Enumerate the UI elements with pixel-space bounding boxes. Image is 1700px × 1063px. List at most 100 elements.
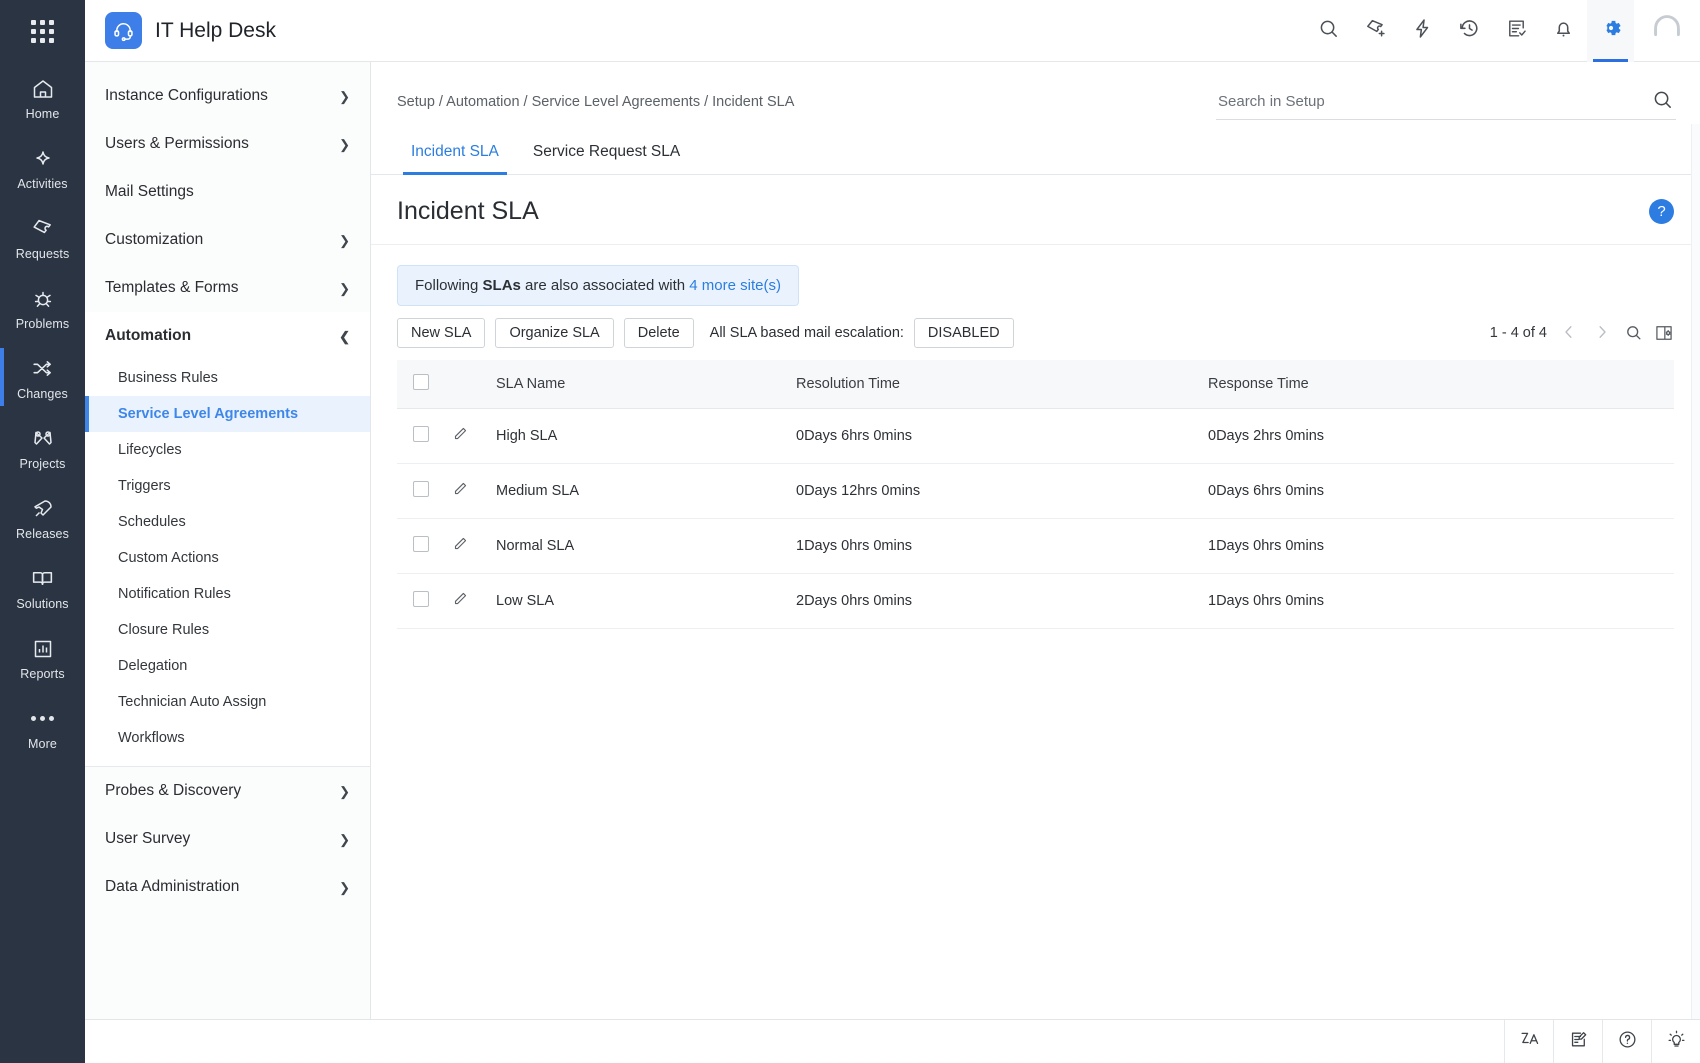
rail-item-more[interactable]: More [0, 692, 85, 762]
search-input[interactable] [1216, 88, 1676, 120]
pagination-prev-button[interactable] [1558, 323, 1580, 343]
row-select-cell [397, 519, 451, 574]
sidebar-item-technician-auto-assign[interactable]: Technician Auto Assign [85, 684, 370, 720]
tab-bar: Incident SLA Service Request SLA [371, 120, 1700, 175]
ticket-icon [0, 215, 85, 242]
rail-item-releases[interactable]: Releases [0, 482, 85, 552]
pagination-next-button[interactable] [1591, 323, 1613, 343]
row-checkbox[interactable] [413, 591, 429, 607]
settings-gear-icon [1599, 16, 1623, 45]
new-sla-button[interactable]: New SLA [397, 318, 485, 348]
sidebar-item-workflows[interactable]: Workflows [85, 720, 370, 756]
column-header-sla-name[interactable]: SLA Name [496, 360, 796, 409]
tab-service-request-sla[interactable]: Service Request SLA [519, 136, 694, 174]
sidebar-item-business-rules[interactable]: Business Rules [85, 360, 370, 396]
right-scroll-gutter[interactable] [1691, 124, 1700, 1019]
row-checkbox[interactable] [413, 426, 429, 442]
app-title: IT Help Desk [155, 19, 276, 43]
rail-item-label: Projects [0, 457, 85, 471]
table-row[interactable]: Low SLA 2Days 0hrs 0mins 1Days 0hrs 0min… [397, 574, 1674, 629]
column-header-resolution-time[interactable]: Resolution Time [796, 360, 1208, 409]
header-new-ticket-button[interactable] [1352, 0, 1399, 62]
translate-button[interactable] [1504, 1020, 1553, 1063]
sidebar-group-instance-configurations[interactable]: Instance Configurations ❯ [85, 72, 370, 120]
edit-pencil-icon[interactable] [451, 590, 469, 608]
column-header-response-time[interactable]: Response Time [1208, 360, 1674, 409]
cell-sla-name[interactable]: Low SLA [496, 574, 796, 629]
rail-item-label: More [0, 737, 85, 751]
mail-escalation-label: All SLA based mail escalation: [710, 325, 904, 341]
cell-sla-name[interactable]: Medium SLA [496, 464, 796, 519]
sidebar-item-delegation[interactable]: Delegation [85, 648, 370, 684]
sidebar-group-templates-forms[interactable]: Templates & Forms ❯ [85, 264, 370, 312]
header-settings-button[interactable] [1587, 0, 1634, 62]
sidebar-group-data-administration[interactable]: Data Administration ❯ [85, 863, 370, 911]
sidebar-item-custom-actions[interactable]: Custom Actions [85, 540, 370, 576]
sidebar-group-mail-settings[interactable]: Mail Settings [85, 168, 370, 216]
notice-prefix: Following [415, 277, 483, 294]
table-row[interactable]: Medium SLA 0Days 12hrs 0mins 0Days 6hrs … [397, 464, 1674, 519]
header-quick-actions-button[interactable] [1399, 0, 1446, 62]
cell-response-time: 1Days 0hrs 0mins [1208, 574, 1674, 629]
notifications-bell-icon [1552, 17, 1575, 45]
header-history-button[interactable] [1446, 0, 1493, 62]
cell-sla-name[interactable]: Normal SLA [496, 519, 796, 574]
sidebar-item-lifecycles[interactable]: Lifecycles [85, 432, 370, 468]
rail-item-requests[interactable]: Requests [0, 202, 85, 272]
brand[interactable]: IT Help Desk [85, 12, 276, 49]
header-tasks-button[interactable] [1493, 0, 1540, 62]
sidebar-item-triggers[interactable]: Triggers [85, 468, 370, 504]
column-settings-button[interactable] [1654, 323, 1674, 343]
sidebar-item-schedules[interactable]: Schedules [85, 504, 370, 540]
rail-item-problems[interactable]: Problems [0, 272, 85, 342]
rail-item-solutions[interactable]: Solutions [0, 552, 85, 622]
projects-icon [0, 425, 85, 452]
rail-item-reports[interactable]: Reports [0, 622, 85, 692]
list-search-button[interactable] [1624, 323, 1643, 342]
row-checkbox[interactable] [413, 536, 429, 552]
chevron-right-icon: ❯ [339, 138, 350, 151]
setup-search [1216, 88, 1676, 120]
sidebar-group-probes-discovery[interactable]: Probes & Discovery ❯ [85, 767, 370, 815]
sidebar-item-notification-rules[interactable]: Notification Rules [85, 576, 370, 612]
tab-incident-sla[interactable]: Incident SLA [397, 136, 513, 174]
row-select-cell [397, 409, 451, 464]
edit-pencil-icon[interactable] [451, 480, 469, 498]
cell-resolution-time: 2Days 0hrs 0mins [796, 574, 1208, 629]
sidebar-group-automation[interactable]: Automation ❮ [85, 312, 370, 360]
apps-grid-button[interactable] [0, 0, 85, 62]
sidebar-item-closure-rules[interactable]: Closure Rules [85, 612, 370, 648]
cell-sla-name[interactable]: High SLA [496, 409, 796, 464]
edit-pencil-icon[interactable] [451, 535, 469, 553]
tab-label: Incident SLA [411, 143, 499, 160]
header-notifications-button[interactable] [1540, 0, 1587, 62]
delete-button[interactable]: Delete [624, 318, 694, 348]
row-checkbox[interactable] [413, 481, 429, 497]
sidebar-group-customization[interactable]: Customization ❯ [85, 216, 370, 264]
help-button[interactable]: ? [1649, 199, 1674, 224]
sidebar-group-users-permissions[interactable]: Users & Permissions ❯ [85, 120, 370, 168]
sidebar-item-service-level-agreements[interactable]: Service Level Agreements [85, 396, 370, 432]
header-search-button[interactable] [1305, 0, 1352, 62]
rail-item-label: Problems [0, 317, 85, 331]
edit-pencil-icon[interactable] [451, 425, 469, 443]
table-row[interactable]: Normal SLA 1Days 0hrs 0mins 1Days 0hrs 0… [397, 519, 1674, 574]
search-submit-button[interactable] [1651, 88, 1674, 114]
rail-item-activities[interactable]: Activities [0, 132, 85, 202]
table-row[interactable]: High SLA 0Days 6hrs 0mins 0Days 2hrs 0mi… [397, 409, 1674, 464]
sidebar-group-label: Mail Settings [105, 183, 194, 201]
rail-item-changes[interactable]: Changes [0, 342, 85, 412]
rail-item-home[interactable]: Home [0, 62, 85, 132]
sidebar-group-user-survey[interactable]: User Survey ❯ [85, 815, 370, 863]
user-avatar-button[interactable] [1634, 0, 1700, 62]
mail-escalation-toggle[interactable]: DISABLED [914, 318, 1014, 348]
feedback-button[interactable] [1553, 1020, 1602, 1063]
rail-item-projects[interactable]: Projects [0, 412, 85, 482]
tips-button[interactable] [1651, 1020, 1700, 1063]
more-dots-icon [0, 705, 85, 732]
more-sites-link[interactable]: 4 more site(s) [689, 277, 781, 294]
organize-sla-button[interactable]: Organize SLA [495, 318, 613, 348]
sidebar-group-label: User Survey [105, 830, 190, 848]
help-button-footer[interactable] [1602, 1020, 1651, 1063]
select-all-checkbox[interactable] [413, 374, 429, 390]
